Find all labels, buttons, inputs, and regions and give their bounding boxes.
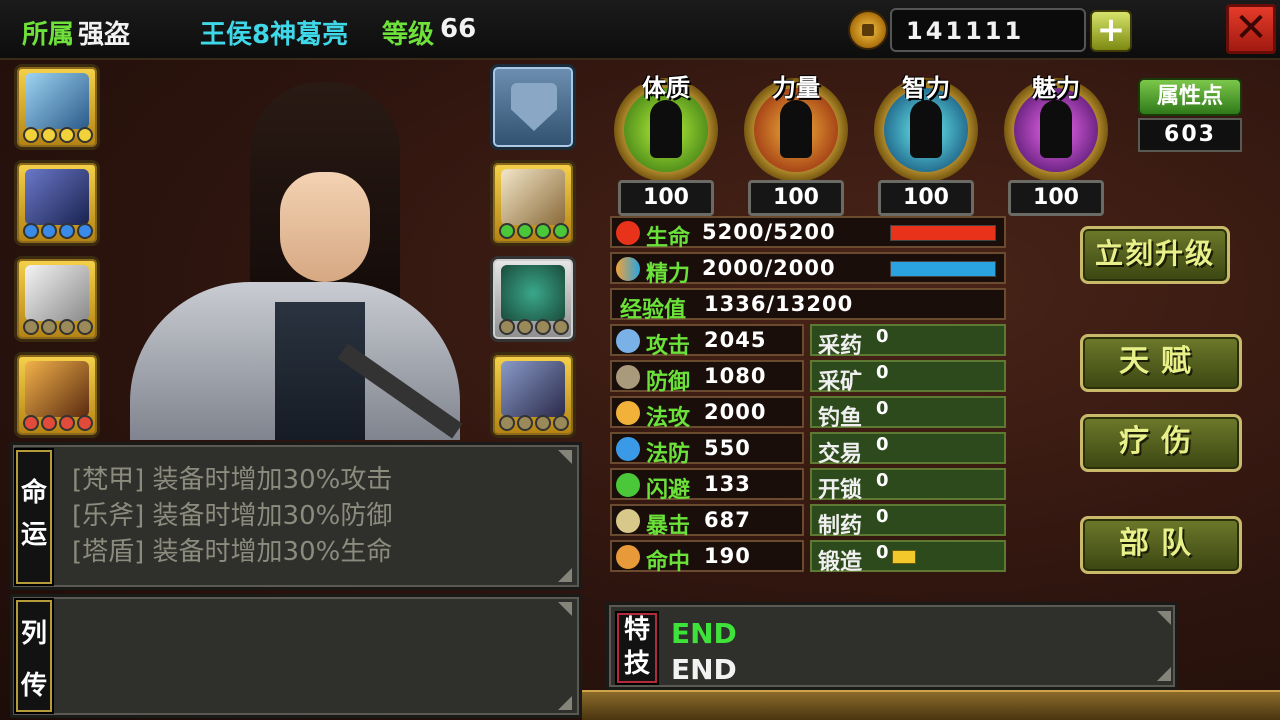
frame-border: [582, 690, 1280, 720]
faction-value: 强盗: [78, 20, 131, 50]
hero-name: 王侯8神葛亮: [200, 20, 349, 50]
star-rating: [23, 127, 93, 143]
skill-lockpicking: 开锁 0: [810, 468, 1006, 503]
crit-icon: [616, 509, 640, 533]
troops-button[interactable]: 部队: [1080, 516, 1242, 574]
attr-value: 100: [748, 180, 844, 216]
close-button[interactable]: ✕: [1226, 4, 1276, 54]
attribute-points-button[interactable]: 属性点: [1138, 78, 1242, 116]
equip-slot-helmet[interactable]: [14, 256, 100, 342]
hp-bar: [890, 225, 996, 241]
top-bar: 所属 强盗 王侯8神葛亮 等级 66 141111 + ✕: [0, 0, 1280, 60]
gold-display: 141111: [890, 8, 1086, 52]
heal-button[interactable]: 疗伤: [1080, 414, 1242, 472]
shield-icon: [511, 83, 557, 131]
star-rating: [499, 319, 569, 335]
equip-slot-weapon[interactable]: [14, 64, 100, 150]
attr-charisma[interactable]: 魅力 100: [1000, 68, 1112, 218]
fate-line: [乐斧] 装备时增加30%防御: [72, 501, 393, 531]
mp-value: 2000/2000: [702, 256, 836, 280]
equip-slot-shield-empty[interactable]: [490, 64, 576, 150]
equip-slot-boots[interactable]: [14, 352, 100, 438]
gold-amount: 141111: [906, 17, 1025, 45]
skill-fishing: 钓鱼 0: [810, 396, 1006, 431]
armor-icon: [25, 169, 89, 225]
mp-bar: [890, 261, 996, 277]
biography-panel: [10, 594, 582, 718]
jade-icon: [501, 265, 565, 321]
special-skill-tag: 特技: [615, 611, 659, 685]
attr-value: 100: [1008, 180, 1104, 216]
fate-tag: 命运: [14, 448, 54, 586]
stat-row-hit: 命中 190: [610, 540, 804, 575]
level-label: 等级: [382, 20, 435, 50]
star-rating: [499, 415, 569, 431]
star-rating: [23, 415, 93, 431]
fate-line: [塔盾] 装备时增加30%生命: [72, 537, 393, 567]
trident-icon: [25, 73, 89, 129]
attr-strength[interactable]: 力量 100: [740, 68, 852, 218]
upgrade-now-button[interactable]: 立刻升级: [1080, 226, 1230, 284]
special-skill-line: END: [671, 653, 737, 686]
dodge-icon: [616, 473, 640, 497]
fate-line: [梵甲] 装备时增加30%攻击: [72, 465, 393, 495]
special-skill-line: END: [671, 617, 737, 650]
stat-row-dodge: 闪避 133: [610, 468, 804, 503]
horse-icon: [501, 169, 565, 225]
hp-value: 5200/5200: [702, 220, 836, 244]
skill-forging: 锻造 0: [810, 540, 1006, 575]
mp-row: 精力 2000/2000: [610, 252, 1006, 287]
figure-icon: [501, 361, 565, 417]
attribute-points-value: 603: [1138, 118, 1242, 152]
talent-button[interactable]: 天赋: [1080, 334, 1242, 392]
equip-slot-accessory[interactable]: [490, 256, 576, 342]
skill-herbalism: 采药 0: [810, 324, 1006, 359]
stat-row-defense: 防御 1080: [610, 360, 804, 395]
skill-trading: 交易 0: [810, 432, 1006, 467]
equip-slot-mount[interactable]: [490, 160, 576, 246]
energy-icon: [616, 257, 640, 281]
forging-progress-bar: [892, 550, 916, 564]
add-gold-button[interactable]: +: [1090, 10, 1132, 52]
biography-tag[interactable]: 列传: [14, 598, 54, 714]
sword-icon: [616, 329, 640, 353]
skill-mining: 采矿 0: [810, 360, 1006, 395]
magic-attack-icon: [616, 401, 640, 425]
hp-row: 生命 5200/5200: [610, 216, 1006, 251]
attr-intelligence[interactable]: 智力 100: [870, 68, 982, 218]
stat-row-magic-defense: 法防 550: [610, 432, 804, 467]
defense-icon: [616, 365, 640, 389]
star-rating: [499, 223, 569, 239]
attr-value: 100: [618, 180, 714, 216]
star-rating: [23, 223, 93, 239]
helmet-icon: [25, 265, 89, 321]
character-screen: 所属 强盗 王侯8神葛亮 等级 66 141111 + ✕ 命 运 [梵甲] 装…: [0, 0, 1280, 720]
gold-coin-icon: [848, 10, 888, 50]
star-rating: [23, 319, 93, 335]
exp-row: 经验值 1336/13200: [610, 288, 1006, 323]
exp-value: 1336/13200: [704, 292, 854, 316]
attr-constitution[interactable]: 体质 100: [610, 68, 722, 218]
fate-lines: [梵甲] 装备时增加30%攻击 [乐斧] 装备时增加30%防御 [塔盾] 装备时…: [72, 462, 392, 570]
skill-alchemy: 制药 0: [810, 504, 1006, 539]
stat-row-magic-attack: 法攻 2000: [610, 396, 804, 431]
level-value: 66: [440, 14, 477, 44]
hero-portrait: [100, 62, 490, 440]
equip-slot-armor[interactable]: [14, 160, 100, 246]
stat-row-crit: 暴击 687: [610, 504, 804, 539]
magic-defense-icon: [616, 437, 640, 461]
stat-row-attack: 攻击 2045: [610, 324, 804, 359]
attr-value: 100: [878, 180, 974, 216]
faction-label: 所属: [22, 20, 75, 50]
heart-icon: [616, 221, 640, 245]
boots-icon: [25, 361, 89, 417]
hit-icon: [616, 545, 640, 569]
special-skill-panel: 特技 END END: [606, 602, 1178, 690]
equip-slot-companion[interactable]: [490, 352, 576, 438]
